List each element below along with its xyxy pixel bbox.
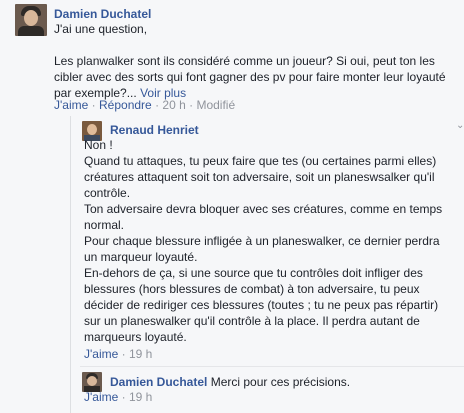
separator: ·	[189, 98, 194, 112]
reply-line: marqueurs loyauté.	[84, 330, 187, 344]
like-button[interactable]: J'aime	[54, 98, 88, 112]
divider	[80, 366, 464, 367]
reply-author[interactable]: Renaud Henriet	[110, 123, 199, 137]
reply-line: créatures attaquent soit ton adversaire,…	[84, 170, 435, 184]
avatar[interactable]	[82, 372, 102, 392]
comment-text: J'ai une question, Les planwalker sont i…	[54, 21, 459, 101]
comment-line: cibler avec des sorts qui font gagner de…	[54, 70, 446, 84]
reply-line: Damien Duchatel Merci pour ces précision…	[110, 374, 350, 390]
reply-line: un marqueur loyauté.	[84, 250, 198, 264]
reply-line: décider de rediriger ces blessures (tout…	[84, 298, 439, 312]
separator: ·	[121, 347, 126, 361]
reply-actions: J'aime · 19 h	[84, 347, 152, 361]
edited-label[interactable]: Modifié	[196, 98, 235, 112]
avatar-face	[87, 124, 97, 135]
separator: ·	[91, 98, 96, 112]
comment-line: Les planwalker sont ils considéré comme …	[54, 54, 435, 68]
avatar[interactable]	[15, 4, 47, 36]
reply-actions: J'aime · 19 h	[84, 390, 152, 404]
reply-line: Ton adversaire devra bloquer avec ses cr…	[84, 202, 443, 216]
reply-author[interactable]: Damien Duchatel	[110, 375, 207, 389]
reply-line: normal.	[84, 218, 125, 232]
comment-actions: J'aime · Répondre · 20 h · Modifié	[54, 98, 235, 112]
reply-text: Merci pour ces précisions.	[210, 375, 351, 389]
separator: ·	[121, 390, 126, 404]
avatar-face	[24, 10, 38, 26]
separator: ·	[155, 98, 160, 112]
reply-line: Quand tu attaques, tu peux faire que tes…	[84, 154, 437, 168]
timestamp[interactable]: 19 h	[129, 390, 152, 404]
like-button[interactable]: J'aime	[84, 347, 118, 361]
reply-line: contrôle.	[84, 186, 131, 200]
comment-line: J'ai une question,	[54, 22, 148, 36]
reply-line: blessures (hors blessures de combat) à t…	[84, 282, 420, 296]
like-button[interactable]: J'aime	[84, 390, 118, 404]
comment-author[interactable]: Damien Duchatel	[54, 7, 151, 21]
reply-thread-line	[70, 116, 71, 413]
chevron-down-icon[interactable]: ⌄	[456, 120, 464, 131]
comment-line	[54, 37, 459, 53]
reply-line: sur un planeswalker qu'il contrôle à la …	[84, 314, 420, 328]
reply-line: En-dehors de ça, si une source que tu co…	[84, 266, 423, 280]
reply-text: Non ! Quand tu attaques, tu peux faire q…	[84, 137, 459, 345]
timestamp[interactable]: 19 h	[129, 347, 152, 361]
timestamp[interactable]: 20 h	[162, 98, 185, 112]
reply-line: Pour chaque blessure infligée à un plane…	[84, 234, 440, 248]
reply-button[interactable]: Répondre	[99, 98, 152, 112]
avatar-body	[18, 26, 44, 36]
avatar-face	[87, 376, 97, 386]
reply-line: Non !	[84, 138, 113, 152]
